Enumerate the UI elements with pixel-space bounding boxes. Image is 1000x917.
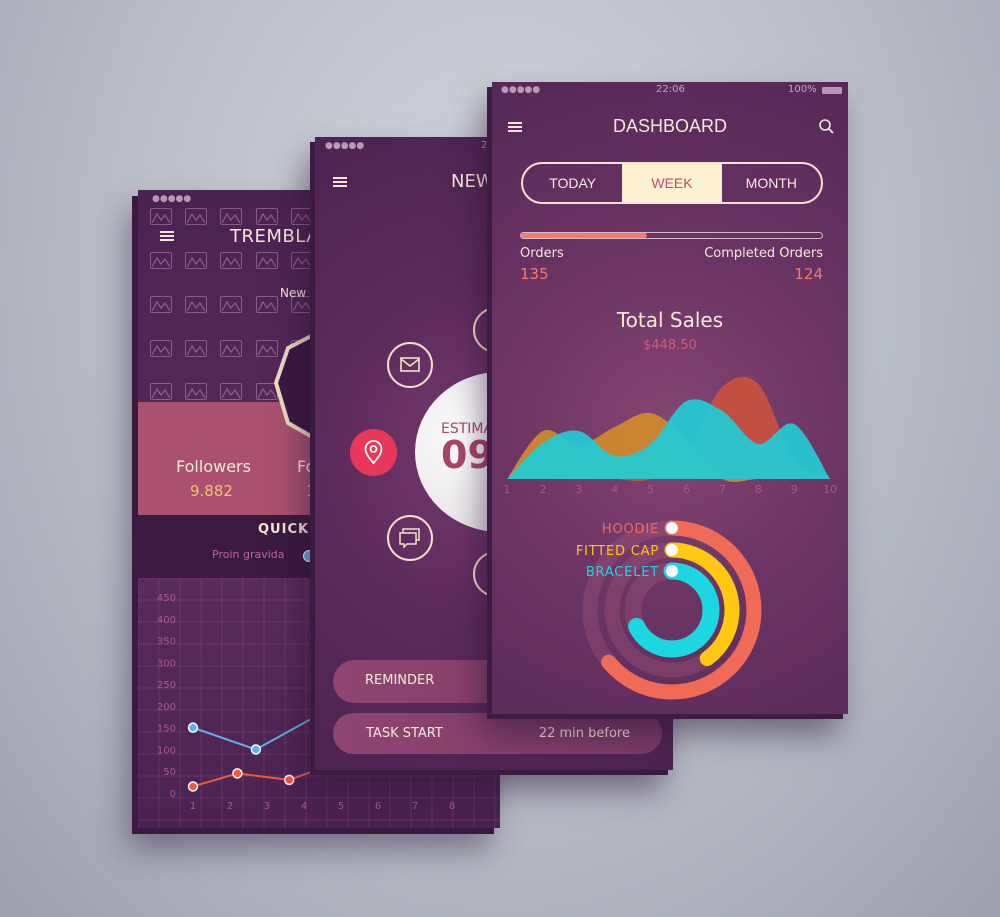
y-tick-label: 50 bbox=[163, 767, 176, 778]
image-placeholder-icon bbox=[220, 296, 242, 313]
data-point bbox=[232, 768, 243, 779]
x-tick-label: 2 bbox=[539, 483, 546, 496]
followers-value: 9.882 bbox=[190, 482, 233, 500]
image-placeholder-icon bbox=[150, 340, 172, 357]
estimate-value: 09 bbox=[441, 433, 494, 477]
image-placeholder-icon bbox=[256, 296, 278, 313]
image-placeholder-icon bbox=[291, 208, 313, 225]
image-placeholder-icon bbox=[220, 340, 242, 357]
y-tick-label: 300 bbox=[157, 658, 176, 669]
image-placeholder-icon bbox=[150, 296, 172, 313]
x-tick-label: 9 bbox=[791, 483, 798, 496]
series-line bbox=[192, 768, 320, 788]
sales-charts: 1 2 3 4 5 6 7 8 9 10 HOODIE FITTED CAP BRACELET bbox=[504, 376, 837, 700]
data-point bbox=[250, 744, 262, 755]
x-tick-label: 2 bbox=[227, 801, 233, 812]
signal-dots: ●●●●● bbox=[152, 194, 192, 204]
x-tick-label: 8 bbox=[449, 801, 455, 812]
y-tick-label: 400 bbox=[157, 615, 176, 626]
y-tick-label: 100 bbox=[157, 745, 176, 756]
location-pin-icon bbox=[364, 440, 383, 465]
x-tick-label: 4 bbox=[611, 483, 618, 496]
image-placeholder-icon bbox=[256, 252, 278, 269]
task-start-button[interactable]: TASK START 22 min before bbox=[333, 713, 662, 754]
task-title: NEW bbox=[451, 171, 494, 192]
area-series bbox=[507, 399, 831, 479]
image-placeholder-icon bbox=[291, 252, 313, 269]
image-placeholder-icon bbox=[185, 340, 207, 357]
x-tick-label: 3 bbox=[575, 483, 582, 496]
data-point bbox=[187, 781, 199, 792]
y-tick-label: 150 bbox=[157, 724, 176, 735]
following-label: Fo bbox=[297, 457, 316, 476]
image-placeholder-icon bbox=[220, 208, 242, 225]
reminder-label: REMINDER bbox=[365, 673, 435, 688]
x-tick-label: 7 bbox=[412, 801, 418, 812]
image-placeholder-icon bbox=[150, 208, 172, 225]
location-button[interactable] bbox=[350, 429, 397, 476]
y-tick-label: 250 bbox=[157, 680, 176, 691]
x-tick-label: 1 bbox=[504, 483, 511, 496]
legend-label: Proin gravida bbox=[212, 548, 285, 561]
mail-icon bbox=[400, 357, 420, 372]
image-placeholder-icon bbox=[150, 383, 172, 400]
x-tick-label: 10 bbox=[823, 483, 837, 496]
image-placeholder-icon bbox=[220, 252, 242, 269]
image-placeholder-icon bbox=[220, 383, 242, 400]
x-tick-label: 1 bbox=[190, 801, 196, 812]
image-placeholder-icon bbox=[185, 208, 207, 225]
ring-start-dot bbox=[666, 565, 678, 577]
image-placeholder-icon bbox=[185, 296, 207, 313]
profile-title: TREMBLA bbox=[230, 226, 320, 247]
mail-button[interactable] bbox=[387, 342, 433, 388]
task-start-label: TASK START bbox=[366, 726, 443, 741]
image-placeholder-icon bbox=[256, 208, 278, 225]
x-tick-label: 7 bbox=[719, 483, 726, 496]
ring-legend-label: FITTED CAP bbox=[576, 544, 659, 559]
y-tick-label: 350 bbox=[157, 637, 176, 648]
followers-label: Followers bbox=[176, 457, 251, 476]
y-tick-label: 450 bbox=[157, 593, 176, 604]
task-start-value: 22 min before bbox=[538, 726, 630, 741]
menu-icon[interactable] bbox=[160, 231, 174, 241]
data-point bbox=[187, 722, 199, 733]
menu-icon[interactable] bbox=[333, 177, 347, 187]
x-tick-label: 5 bbox=[647, 483, 654, 496]
image-placeholder-icon bbox=[185, 252, 207, 269]
signal-dots: ●●●●● bbox=[325, 141, 365, 151]
ring-start-dot bbox=[666, 544, 678, 556]
chat-icon bbox=[399, 528, 420, 549]
x-tick-label: 5 bbox=[338, 801, 344, 812]
image-placeholder-icon bbox=[185, 383, 207, 400]
y-tick-label: 0 bbox=[170, 789, 176, 800]
x-tick-label: 6 bbox=[683, 483, 690, 496]
x-tick-label: 3 bbox=[264, 801, 270, 812]
ring-start-dot bbox=[666, 522, 678, 534]
chat-button[interactable] bbox=[387, 515, 433, 561]
dashboard-screen: ●●●●● 22:06 100% DASHBOARD TODAY WEEK MO… bbox=[492, 82, 848, 714]
legend-dot bbox=[303, 550, 315, 562]
image-placeholder-icon bbox=[150, 252, 172, 269]
y-tick-label: 200 bbox=[157, 702, 176, 713]
ring-legend-label: BRACELET bbox=[586, 565, 659, 580]
x-tick-label: 6 bbox=[375, 801, 381, 812]
x-tick-label: 8 bbox=[755, 483, 762, 496]
profile-location: New Y bbox=[280, 286, 318, 300]
x-tick-label: 4 bbox=[301, 801, 307, 812]
ring-legend-label: HOODIE bbox=[602, 522, 659, 537]
data-point bbox=[283, 774, 295, 786]
